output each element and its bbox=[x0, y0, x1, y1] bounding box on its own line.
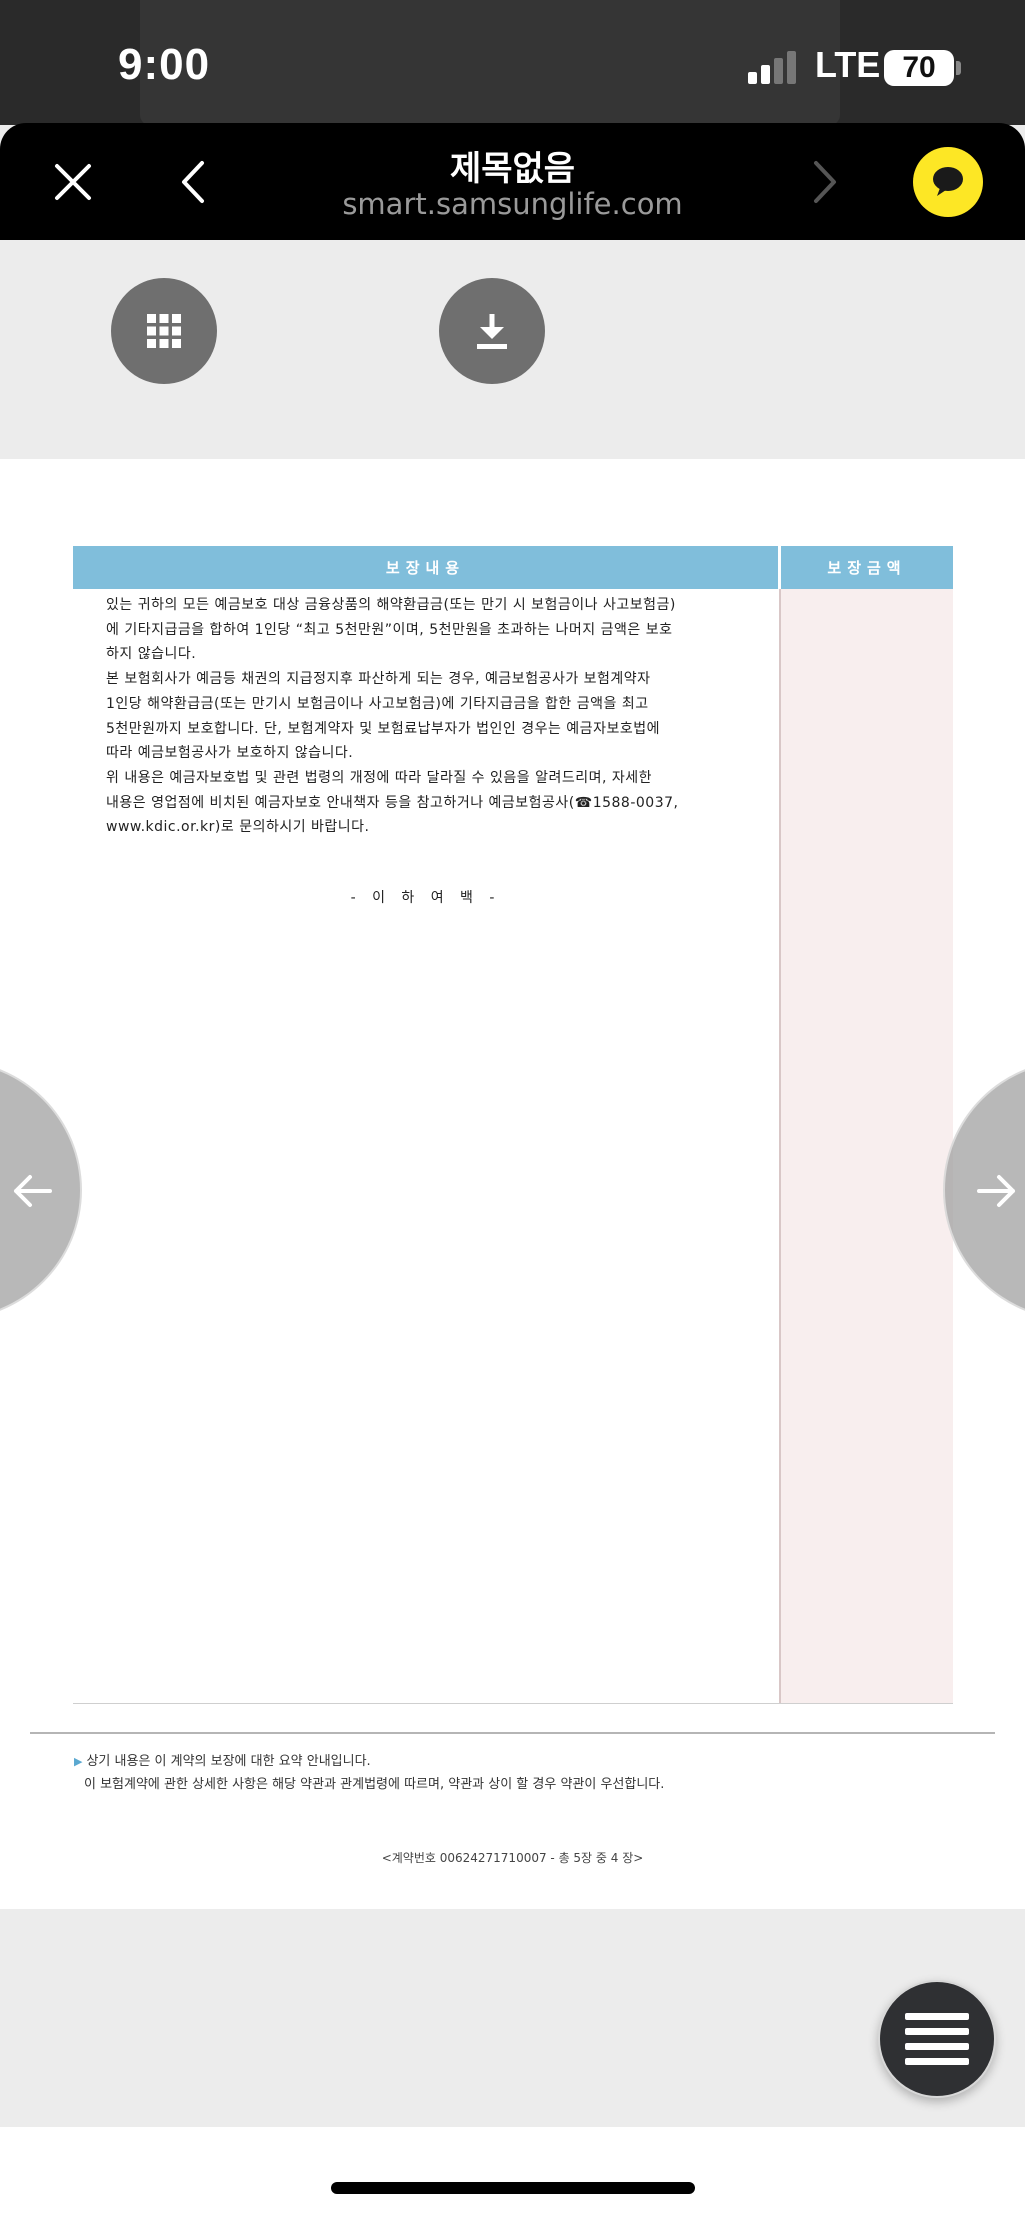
arrow-left-icon bbox=[14, 1175, 52, 1207]
text-line: 내용은 영업점에 비치된 예금자보호 안내책자 등을 참고하거나 예금보험공사(… bbox=[106, 794, 679, 811]
header-coverage-amount: 보장금액 bbox=[781, 546, 953, 589]
status-time: 9:00 bbox=[118, 40, 211, 89]
text-line: 5천만원까지 보호합니다. 단, 보험계약자 및 보험료납부자가 법인인 경우는… bbox=[106, 720, 660, 737]
text-line: 에 기타지급금을 합하여 1인당 “최고 5천만원”이며, 5천만원을 초과하는… bbox=[106, 621, 673, 638]
bullet-triangle-icon: ▶ bbox=[74, 1755, 83, 1768]
page-url: smart.samsunglife.com bbox=[342, 187, 683, 221]
table-bottom-border bbox=[73, 1703, 953, 1704]
coverage-table: 보장내용 보장금액 있는 귀하의 모든 예금보호 대상 금융상품의 해약환급금(… bbox=[73, 546, 953, 1704]
battery-nub bbox=[956, 61, 961, 75]
download-button[interactable] bbox=[439, 278, 545, 384]
battery-icon: 70 bbox=[884, 50, 954, 86]
document-page: 보장내용 보장금액 있는 귀하의 모든 예금보호 대상 금융상품의 해약환급금(… bbox=[0, 459, 1025, 1909]
contract-number: <계약번호 00624271710007 - 총 5장 중 4 장> bbox=[381, 1851, 644, 1865]
home-indicator[interactable] bbox=[331, 2182, 695, 2194]
end-mark: - 이 하 여 백 - bbox=[350, 890, 501, 906]
browser-header: 제목없음 smart.samsunglife.com bbox=[0, 123, 1025, 240]
amount-column bbox=[779, 589, 953, 1704]
footnote-line-1: 상기 내용은 이 계약의 보장에 대한 요약 안내입니다. bbox=[86, 1754, 371, 1769]
text-line: 위 내용은 예금자보호법 및 관련 법령의 개정에 따라 달라질 수 있음을 알… bbox=[106, 769, 653, 786]
kakao-chat-icon bbox=[933, 167, 963, 196]
text-line: 본 보험회사가 예금등 채권의 지급정지후 파산하게 되는 경우, 예금보험공사… bbox=[106, 671, 651, 688]
arrow-right-icon bbox=[977, 1175, 1015, 1207]
signal-icon bbox=[748, 50, 798, 84]
footnote: ▶ 상기 내용은 이 계약의 보장에 대한 요약 안내입니다. 이 보험계약에 관… bbox=[74, 1750, 664, 1796]
screen: 9:00 LTE 70 제목없음 smart.samsunglife.com 보… bbox=[0, 0, 1025, 2218]
text-line: 1인당 해약환급금(또는 만기시 보험금이나 사고보험금)에 기타지급금을 합한… bbox=[106, 695, 649, 712]
hamburger-menu-icon bbox=[905, 2013, 969, 2065]
page-title: 제목없음 bbox=[449, 149, 576, 189]
coverage-text: 있는 귀하의 모든 예금보호 대상 금융상품의 해약환급금(또는 만기 시 보험… bbox=[106, 593, 756, 840]
menu-button[interactable] bbox=[878, 1980, 996, 2098]
document-toolbar bbox=[0, 240, 1025, 459]
header-coverage-content: 보장내용 bbox=[73, 546, 778, 589]
text-line: 있는 귀하의 모든 예금보호 대상 금융상품의 해약환급금(또는 만기 시 보험… bbox=[106, 597, 676, 613]
footnote-line-2: 이 보험계약에 관한 상세한 사항은 해당 약관과 관계법령에 따르며, 약관과… bbox=[84, 1777, 665, 1792]
divider bbox=[30, 1732, 995, 1734]
kakao-chat-button[interactable] bbox=[913, 147, 983, 217]
download-icon bbox=[477, 314, 507, 349]
grid-icon bbox=[147, 314, 181, 348]
text-line: www.kdic.or.kr)로 문의하시기 바랍니다. bbox=[106, 819, 370, 836]
status-bar: 9:00 LTE 70 bbox=[0, 0, 1025, 125]
forward-button[interactable] bbox=[780, 123, 870, 240]
bottom-safe-area bbox=[0, 2127, 1025, 2218]
network-label: LTE bbox=[815, 44, 881, 85]
text-line: 하지 않습니다. bbox=[106, 646, 197, 663]
chevron-right-icon bbox=[814, 160, 836, 203]
page-grid-button[interactable] bbox=[111, 278, 217, 384]
background-page-ghost bbox=[140, 0, 840, 125]
text-line: 따라 예금보험공사가 보호하지 않습니다. bbox=[106, 745, 354, 762]
